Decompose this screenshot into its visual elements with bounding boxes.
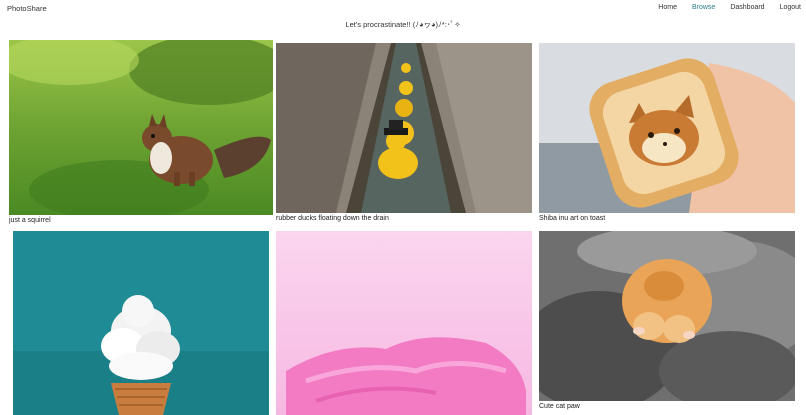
nav-logout-link[interactable]: Logout [780,4,801,11]
cloud-ice-cream-photo[interactable] [13,231,269,415]
photo-card[interactable]: rubber ducks floating down the drain [276,43,532,225]
photo-card[interactable] [13,231,269,415]
photo-caption: rubber ducks floating down the drain [276,215,389,222]
pink-plastic-photo[interactable] [276,231,532,415]
squirrel-photo[interactable] [9,40,273,215]
nav-links: Home Browse Dashboard Logout [643,4,801,11]
nav-home-link[interactable]: Home [658,4,677,11]
photo-card[interactable]: just a squirrel [9,40,273,228]
photo-caption: Shiba inu art on toast [539,215,606,222]
photo-card[interactable]: Cute cat paw [539,231,795,415]
navbar: PhotoShare Home Browse Dashboard Logout [0,0,806,18]
shiba-toast-photo[interactable] [539,43,795,213]
brand-logo[interactable]: PhotoShare [7,4,47,13]
photo-card[interactable] [276,231,532,415]
page-tagline: Let's procrastinate!! (ﾉ◕ヮ◕)ﾉ*:･ﾟ✧ [345,20,461,29]
photo-card[interactable]: Shiba inu art on toast [539,43,795,225]
photo-caption: Cute cat paw [539,403,580,410]
rubber-ducks-photo[interactable] [276,43,532,213]
nav-dashboard-link[interactable]: Dashboard [730,4,764,11]
nav-browse-link[interactable]: Browse [692,4,715,11]
photo-caption: just a squirrel [9,217,51,224]
cat-paw-photo[interactable] [539,231,795,401]
